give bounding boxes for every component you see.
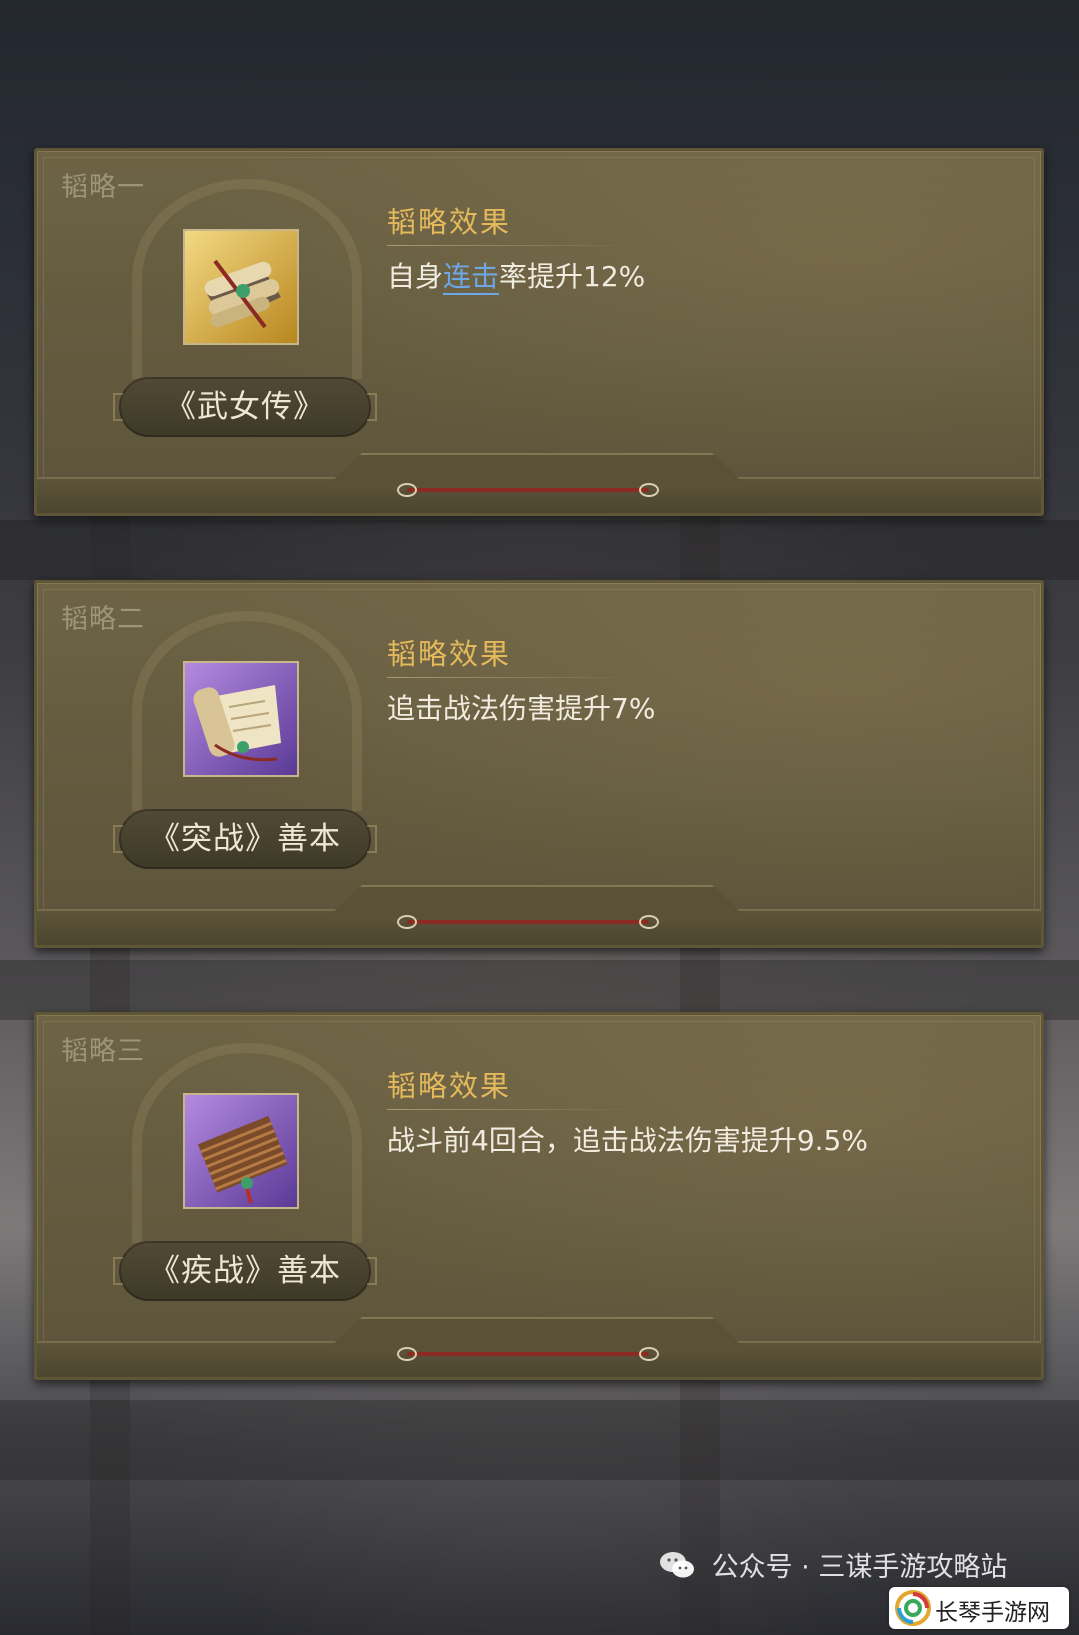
red-cord-ornament bbox=[397, 915, 659, 929]
effect-description: 自身连击率提升12% bbox=[387, 255, 645, 295]
red-cord-ornament bbox=[397, 483, 659, 497]
site-name: 长琴手游网 bbox=[935, 1600, 1050, 1626]
strategy-card-3[interactable]: 韬略三 《疾战》善本 韬略效果 战斗前4回合，追击战法伤害提升9.5% bbox=[34, 1012, 1044, 1380]
effect-keyword-link[interactable]: 连击 bbox=[443, 260, 500, 295]
slot-label: 韬略三 bbox=[61, 1036, 145, 1067]
item-name: 《武女传》 bbox=[165, 389, 325, 425]
swirl-logo-icon bbox=[895, 1590, 931, 1630]
effect-description: 追击战法伤害提升7% bbox=[387, 692, 656, 725]
background-beam bbox=[0, 520, 1079, 580]
site-badge: 长琴手游网 bbox=[889, 1587, 1069, 1629]
strategy-card-2[interactable]: 韬略二 《突战》善本 韬略效果 追击战法伤害提升7% bbox=[34, 580, 1044, 948]
watermark: 公众号 · 三谋手游攻略站 长琴手游网 bbox=[659, 1535, 1079, 1635]
public-account-text: 公众号 · 三谋手游攻略站 bbox=[711, 1552, 1008, 1583]
wechat-icon bbox=[659, 1550, 695, 1587]
slot-label: 韬略一 bbox=[61, 172, 145, 203]
background-beam bbox=[0, 960, 1079, 1020]
effect-divider bbox=[387, 677, 637, 678]
bamboo-slips-icon[interactable] bbox=[183, 1093, 299, 1209]
strategy-card-1[interactable]: 韬略一 《武女传》 韬略效果 自身连击率提升12% bbox=[34, 148, 1044, 516]
effect-title: 韬略效果 bbox=[387, 637, 512, 671]
effect-divider bbox=[387, 1109, 637, 1110]
public-account-watermark: 公众号 · 三谋手游攻略站 bbox=[659, 1545, 1007, 1587]
item-name-plate[interactable]: 《疾战》善本 bbox=[113, 1241, 377, 1301]
slot-label: 韬略二 bbox=[61, 604, 145, 635]
item-name-plate[interactable]: 《武女传》 bbox=[113, 377, 377, 437]
item-name-plate[interactable]: 《突战》善本 bbox=[113, 809, 377, 869]
effect-description: 战斗前4回合，追击战法伤害提升9.5% bbox=[387, 1124, 868, 1157]
item-name: 《疾战》善本 bbox=[149, 1253, 341, 1289]
effect-text-after: 率提升12% bbox=[499, 260, 646, 293]
item-name: 《突战》善本 bbox=[149, 821, 341, 857]
red-cord-ornament bbox=[397, 1347, 659, 1361]
scroll-bundle-icon[interactable] bbox=[183, 229, 299, 345]
effect-title: 韬略效果 bbox=[387, 205, 512, 239]
effect-title: 韬略效果 bbox=[387, 1069, 512, 1103]
effect-divider bbox=[387, 245, 637, 246]
background-beam bbox=[0, 1400, 1079, 1480]
effect-text-before: 自身 bbox=[387, 260, 444, 293]
open-scroll-icon[interactable] bbox=[183, 661, 299, 777]
